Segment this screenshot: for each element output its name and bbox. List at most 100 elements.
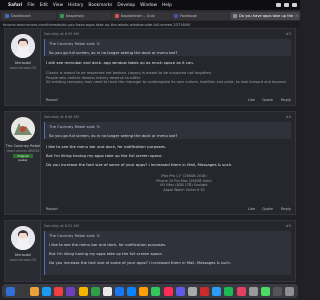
post-date[interactable]: Saturday at 8:48 AM [44,115,79,119]
quote-author[interactable]: The Cockney Rebel said: ↻ [49,124,287,129]
dock-app-icon[interactable] [212,286,222,296]
user-pane: bhirozaki macrumors G5 [5,221,41,281]
menu-file[interactable]: File [27,3,34,8]
dock-app-icon[interactable] [90,286,100,296]
avatar[interactable] [11,226,35,250]
tab-label: Kaspersky [66,13,85,18]
post-number[interactable]: #5 [286,224,291,228]
post: bhirozaki macrumors G5 Saturday at 8:39 … [4,28,296,106]
post-body: Saturday at 8:48 AM #4 The Cockney Rebel… [44,112,291,216]
dock-app-icon[interactable] [127,286,137,296]
like-button[interactable]: Like [248,207,255,211]
tab-macrumors-thread[interactable]: Do you have apps take up the × [230,11,300,20]
post-number[interactable]: #3 [286,32,291,36]
quote-block: The Cockney Rebel said: ↻ So you go full… [44,122,291,139]
dock-app-icon[interactable] [54,286,64,296]
wifi-icon[interactable] [284,3,289,7]
reply-button[interactable]: Reply [281,207,291,211]
quote-block: The Cockney Rebel said: ↻ I like to see … [44,231,291,275]
dock-app-icon[interactable] [151,286,161,296]
author-role: macrumors 68020 [6,148,40,153]
dock-app-icon[interactable] [78,286,88,296]
post-text: Do you increase the font size of some of… [46,162,233,167]
quote-text: But I'm liking having my apps take up th… [49,251,163,256]
user-pane: bhirozaki macrumors G5 [5,29,41,105]
quote-text: So you go full screen, as in no longer s… [49,50,178,55]
post: bhirozaki macrumors G5 Saturday at 8:51 … [4,220,296,282]
menu-view[interactable]: View [53,3,63,8]
post: The Cockney Rebel macrumors 68020 Origin… [4,111,296,215]
post-actions: Report Like Quote Reply [44,98,291,104]
tab-kaspersky[interactable]: Kaspersky [57,11,111,20]
dock-app-icon[interactable] [42,286,52,296]
avatar[interactable] [11,34,35,58]
dock-app-icon[interactable] [114,286,124,296]
dock-app-icon[interactable] [29,286,39,296]
battery-icon[interactable] [276,3,281,7]
post-body: Saturday at 8:51 AM #5 The Cockney Rebel… [44,221,291,282]
report-button[interactable]: Report [46,207,58,211]
dock-app-icon[interactable] [163,286,173,296]
reply-button[interactable]: Reply [281,98,291,102]
dock-app-icon[interactable] [175,286,185,296]
menu-bookmarks[interactable]: Bookmarks [88,3,112,8]
dock-app-icon[interactable] [5,286,15,296]
dock-app-icon[interactable] [260,286,270,296]
dock-app-icon[interactable] [236,286,246,296]
avatar[interactable] [11,117,35,141]
macrumors-favicon-icon [233,13,237,18]
dock-app-icon[interactable] [187,286,197,296]
menu-develop[interactable]: Develop [117,3,135,8]
quote-text: I like to see the menu bar and dock, for… [49,242,167,247]
dock-app-icon[interactable] [224,286,234,296]
quote-text: So you go full screen, as in no longer s… [49,133,178,138]
signature-line: All existing company may need to have th… [46,80,287,84]
dock-app-icon[interactable] [273,286,283,296]
control-center-icon[interactable] [292,3,297,7]
menu-help[interactable]: Help [162,3,172,8]
signature-line: Apple Watch Series 6 SS [163,187,205,192]
tab-facebook[interactable]: Facebook [171,11,229,20]
dock-app-icon[interactable] [248,286,258,296]
tab-label: Kaplanteam – Quiz [121,13,155,18]
like-button[interactable]: Like [248,98,255,102]
dock-app-icon[interactable] [102,286,112,296]
tab-label: Do you have apps take up the [239,13,294,18]
author-role: macrumors G5 [9,65,37,70]
tab-bar: Dashboard Kaspersky Kaplanteam – Quiz Fa… [0,10,300,21]
quote-button[interactable]: Quote [262,98,273,102]
user-pane: The Cockney Rebel macrumors 68020 Origin… [5,112,41,214]
menu-app-name[interactable]: Safari [8,3,22,8]
quote-text: Do you increase the font size of some of… [49,260,231,265]
kaspersky-favicon-icon [60,13,64,18]
address-bar[interactable]: forums.macrumors.com/threads/do-you-have… [0,21,300,28]
quote-author[interactable]: The Cockney Rebel said: ↻ [49,233,287,238]
menu-history[interactable]: History [68,3,83,8]
post-text: I like to see the menu bar and dock, for… [46,144,167,149]
dashboard-favicon-icon [5,13,9,18]
tab-dashboard[interactable]: Dashboard [2,11,56,20]
post-body: Saturday at 8:39 AM #3 The Cockney Rebel… [44,29,291,107]
tab-label: Dashboard [11,13,31,18]
dock-app-icon[interactable] [139,286,149,296]
post-date[interactable]: Saturday at 8:51 AM [44,224,79,228]
tab-kaplanteam[interactable]: Kaplanteam – Quiz [112,11,170,20]
dock-app-icon[interactable] [17,286,27,296]
report-button[interactable]: Report [46,98,58,102]
dock-app-icon[interactable] [66,286,76,296]
menu-edit[interactable]: Edit [40,3,48,8]
close-tab-icon[interactable]: × [295,14,298,18]
dock-app-icon[interactable] [200,286,210,296]
quote-author[interactable]: The Cockney Rebel said: ↻ [49,41,287,46]
author-role: macrumors G5 [9,257,37,262]
original-poster-badge: Original poster [13,154,33,162]
facebook-favicon-icon [174,13,178,18]
post-date[interactable]: Saturday at 8:39 AM [44,32,79,36]
dock-app-icon[interactable] [285,286,295,296]
post-number[interactable]: #4 [286,115,291,119]
thread-content: bhirozaki macrumors G5 Saturday at 8:39 … [0,28,300,282]
menu-window[interactable]: Window [140,3,157,8]
dock [2,284,298,298]
menu-bar: Safari File Edit View History Bookmarks … [0,0,300,10]
quote-button[interactable]: Quote [262,207,273,211]
